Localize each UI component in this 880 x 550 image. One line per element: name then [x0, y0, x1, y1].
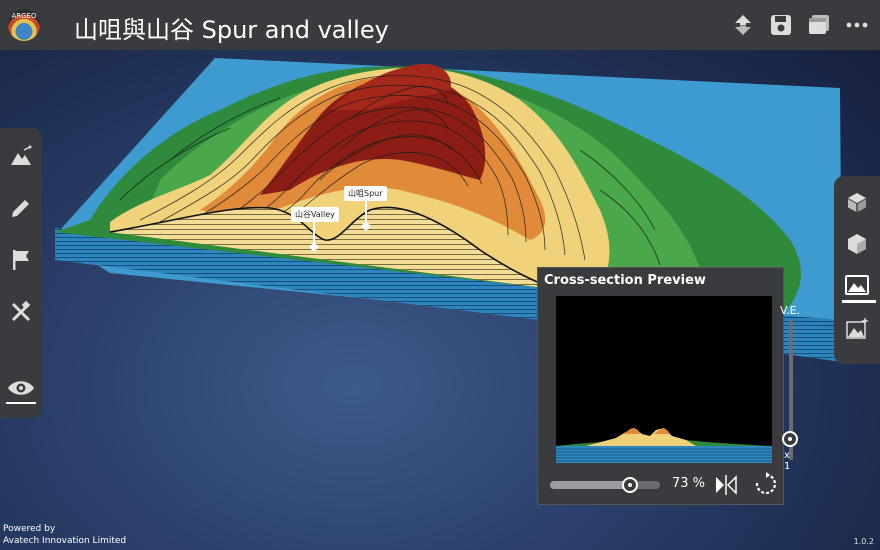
opacity-slider-track[interactable] [550, 477, 660, 493]
layers-icon[interactable] [806, 11, 832, 39]
rotate-icon [755, 472, 777, 495]
terrain-tool-icon[interactable] [0, 136, 42, 176]
page-title: 山咀與山谷 Spur and valley [74, 16, 389, 44]
ve-value: x 1 [784, 450, 791, 472]
flip-section-button[interactable] [713, 474, 739, 496]
app-logo[interactable]: ARGEO [8, 9, 40, 41]
reset-rotation-button[interactable] [754, 472, 778, 496]
top-bar: ARGEO 山咀與山谷 Spur and valley [0, 0, 880, 50]
company-name: Avatech Innovation Limited [3, 536, 127, 546]
upload-download-icon[interactable] [730, 11, 756, 39]
app-version: 1.0.2 [853, 537, 874, 546]
cube-icon[interactable] [834, 226, 880, 262]
flag-icon[interactable] [0, 240, 42, 280]
terrain-sparkle-icon[interactable] [834, 310, 880, 346]
eye-underline [6, 402, 36, 404]
flip-icon [716, 475, 737, 495]
selected-tool-indicator [842, 300, 876, 303]
ve-slider-knob[interactable] [782, 431, 798, 447]
cross-section-preview-panel: Cross-section Preview V.E. x 1 73 % [537, 267, 800, 505]
left-tool-panel [0, 128, 42, 418]
save-icon[interactable] [768, 11, 794, 39]
spur-marker-label[interactable]: 山咀Spur [344, 186, 387, 201]
opacity-value: 73 % [672, 476, 706, 491]
valley-marker-label[interactable]: 山谷Valley [291, 207, 339, 222]
powered-by-text: Powered by [3, 524, 56, 534]
box-top-icon[interactable] [834, 184, 880, 220]
pencil-icon[interactable] [0, 188, 42, 228]
right-tool-panel [834, 176, 880, 364]
cross-section-icon[interactable] [834, 268, 880, 304]
cross-section-preview [556, 296, 772, 463]
measure-tool-icon[interactable] [0, 292, 42, 332]
footer-credits: Powered by Avatech Innovation Limited [3, 523, 126, 547]
logo-text: ARGEO [11, 12, 37, 20]
more-icon[interactable] [844, 11, 870, 39]
opacity-slider-fill [550, 481, 631, 489]
cross-section-title: Cross-section Preview [544, 273, 706, 288]
ve-label: V.E. [780, 304, 801, 317]
opacity-slider-knob[interactable] [622, 477, 639, 493]
top-actions [730, 11, 870, 39]
